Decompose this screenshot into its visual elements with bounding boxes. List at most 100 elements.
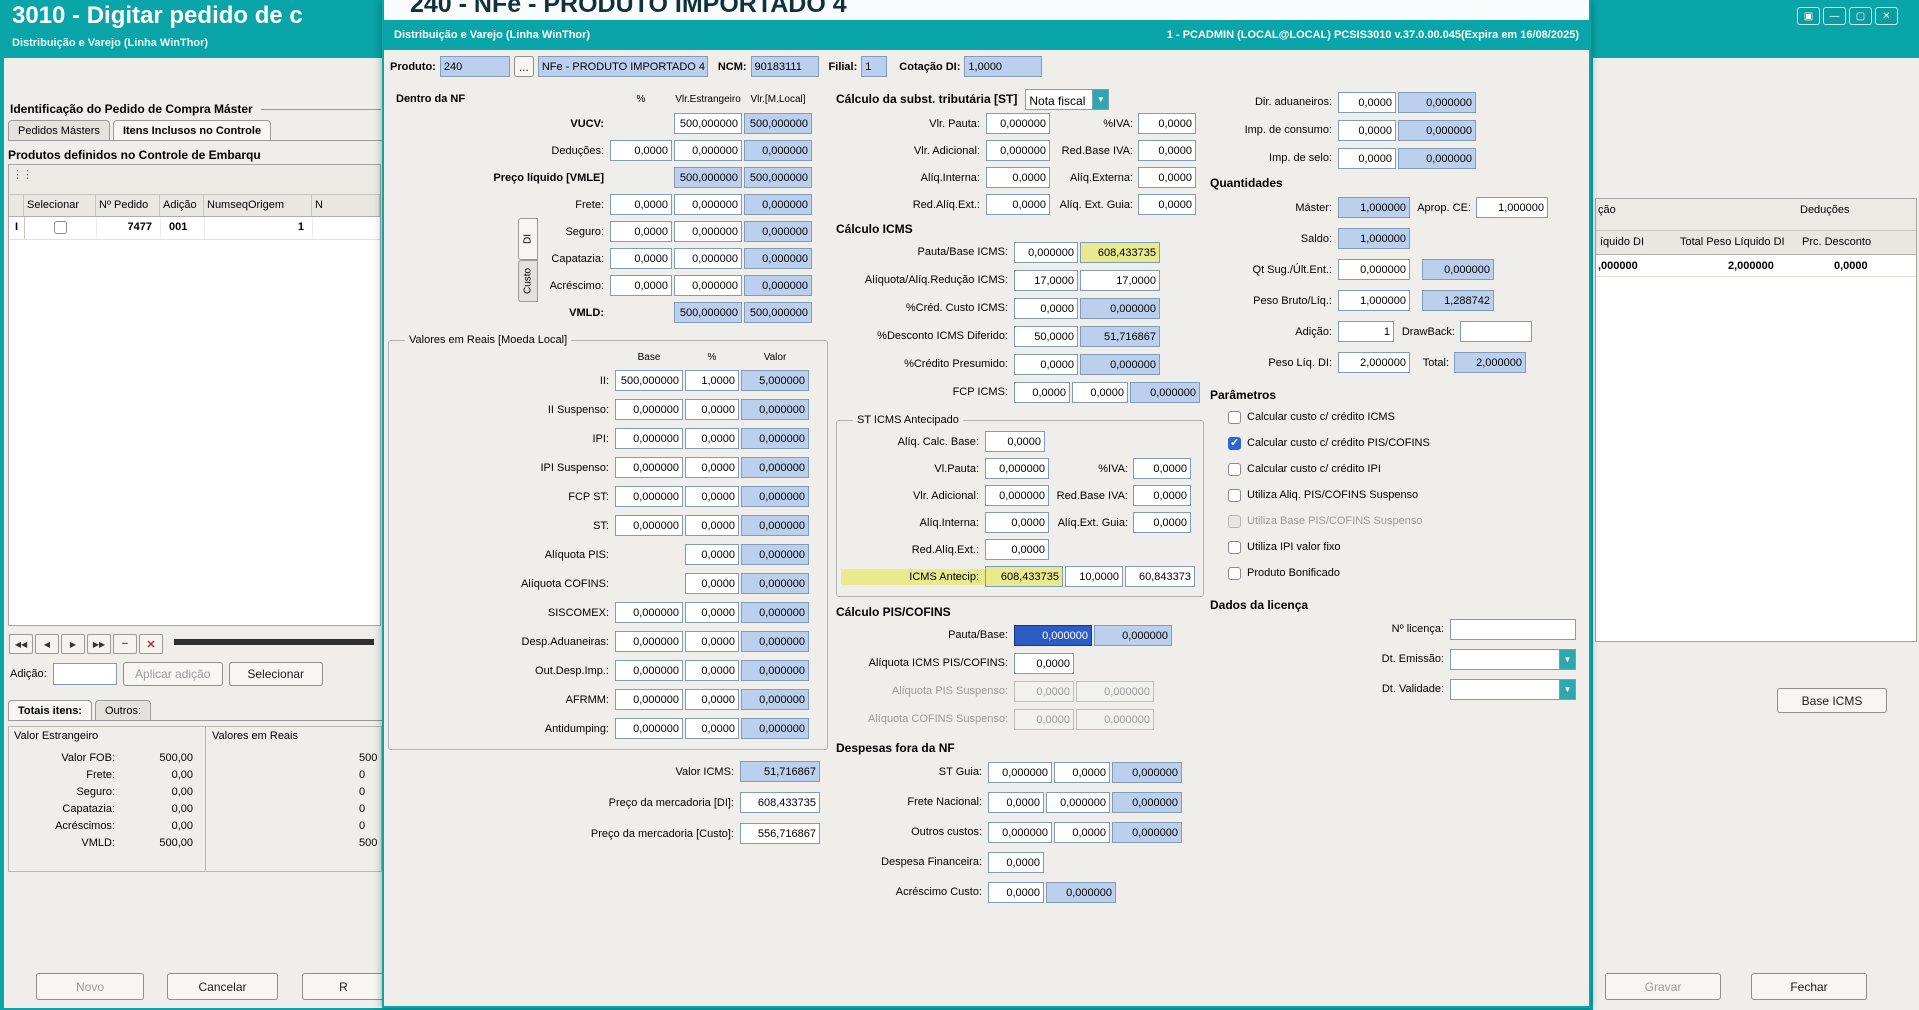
field[interactable]: 0,0000: [1138, 194, 1196, 215]
checkbox[interactable]: [1228, 410, 1241, 424]
field[interactable]: 0,0000: [985, 512, 1049, 533]
field[interactable]: 0,0000: [685, 573, 739, 594]
field[interactable]: 0,000000: [744, 140, 812, 161]
field[interactable]: 0,000000: [1046, 791, 1110, 813]
field[interactable]: 0,000000: [744, 221, 812, 242]
checkbox-row[interactable]: Calcular custo c/ crédito ICMS: [1210, 404, 1588, 430]
base-icms-button[interactable]: Base ICMS: [1777, 688, 1887, 713]
field[interactable]: 1,000000: [1338, 228, 1410, 249]
field[interactable]: 0,000000: [986, 140, 1050, 161]
checkbox-row[interactable]: Calcular custo c/ crédito PIS/COFINS: [1210, 430, 1588, 456]
field[interactable]: 0,0000: [988, 791, 1044, 813]
field[interactable]: 0,000000: [1014, 624, 1092, 646]
checkbox[interactable]: [1228, 488, 1241, 502]
field[interactable]: 0,0000: [685, 602, 739, 623]
field[interactable]: 500,000000: [744, 167, 812, 188]
field[interactable]: 0,000000: [674, 275, 742, 296]
field[interactable]: 0,000000: [1398, 91, 1476, 113]
field[interactable]: 0,000000: [615, 689, 683, 710]
field[interactable]: 0,000000: [741, 486, 809, 507]
navigator-button[interactable]: ▶▶: [87, 634, 111, 654]
field[interactable]: 51,716867: [1080, 325, 1160, 347]
field[interactable]: 500,000000: [744, 113, 812, 134]
field[interactable]: 500,000000: [744, 302, 812, 323]
gravar-button[interactable]: Gravar: [1605, 973, 1721, 1000]
field[interactable]: 500,000000: [674, 113, 742, 134]
produto-code-field[interactable]: 240: [439, 56, 510, 77]
close-button[interactable]: ✕: [1875, 7, 1898, 25]
checkbox-row[interactable]: Produto Bonificado: [1210, 560, 1588, 586]
field[interactable]: 10,0000: [1065, 566, 1123, 587]
adicao-input[interactable]: [52, 663, 117, 685]
table-row[interactable]: I 7477 001 1: [9, 217, 380, 240]
field[interactable]: 0,000000: [1398, 147, 1476, 169]
field[interactable]: 0,0000: [685, 660, 739, 681]
checkbox[interactable]: [1228, 540, 1241, 554]
field[interactable]: 0,000000: [1076, 680, 1154, 702]
checkbox-row[interactable]: Calcular custo c/ crédito IPI: [1210, 456, 1588, 482]
splitter-handle[interactable]: [174, 639, 374, 645]
field[interactable]: 0,000000: [615, 428, 683, 449]
checkbox[interactable]: [1228, 514, 1241, 528]
field[interactable]: 0,000000: [741, 660, 809, 681]
field[interactable]: 0,0000: [685, 399, 739, 420]
field[interactable]: 0,0000: [685, 486, 739, 507]
field[interactable]: 608,433735: [740, 792, 820, 813]
field[interactable]: 0,000000: [744, 194, 812, 215]
num-licenca-input[interactable]: [1450, 618, 1576, 640]
maximize-button[interactable]: ▢: [1849, 7, 1872, 25]
field[interactable]: 0,0000: [1014, 708, 1074, 730]
field[interactable]: 0,000000: [1014, 241, 1078, 263]
field[interactable]: 1,0000: [685, 370, 739, 391]
items-grid-fragment[interactable]: ção Deduções íquido DI Total Peso Líquid…: [1595, 198, 1917, 642]
tab[interactable]: Itens Inclusos no Controle: [112, 120, 272, 140]
field[interactable]: 0,000000: [741, 544, 809, 565]
grid-column-header[interactable]: N: [312, 195, 380, 216]
field[interactable]: 1,000000: [1338, 197, 1410, 218]
field[interactable]: 1: [1338, 321, 1394, 342]
row-checkbox[interactable]: [54, 221, 67, 234]
field[interactable]: 0,0000: [685, 689, 739, 710]
vertical-tab[interactable]: DI: [518, 218, 538, 260]
selecionar-cell[interactable]: [25, 217, 97, 239]
field[interactable]: 1,000000: [1476, 197, 1548, 218]
field[interactable]: 0,0000: [685, 428, 739, 449]
field[interactable]: 0,000000: [741, 573, 809, 594]
field[interactable]: 0,000000: [988, 821, 1052, 843]
selecionar-button[interactable]: Selecionar: [228, 662, 323, 686]
field[interactable]: 0,000000: [1076, 708, 1154, 730]
field[interactable]: 0,000000: [1130, 381, 1200, 403]
field[interactable]: 0,0000: [610, 140, 672, 161]
tab[interactable]: Totais itens:: [8, 700, 92, 720]
field[interactable]: 0,0000: [1054, 761, 1110, 783]
dialog-titlebar[interactable]: Distribuição e Varejo (Linha WinThor) 1 …: [384, 20, 1589, 50]
browse-button[interactable]: ...: [513, 56, 534, 77]
field[interactable]: 1,288742: [1422, 290, 1494, 311]
field[interactable]: 0,0000: [988, 851, 1044, 873]
field[interactable]: 60,843373: [1125, 566, 1195, 587]
field[interactable]: 0,000000: [744, 248, 812, 269]
navigator-button[interactable]: ✕: [139, 634, 163, 654]
grid-column-header[interactable]: íquido DI: [1600, 236, 1644, 248]
field[interactable]: 0,0000: [1138, 140, 1196, 161]
repetir-button[interactable]: R: [302, 973, 385, 1000]
field[interactable]: 0,000000: [1338, 259, 1410, 280]
field[interactable]: 0,000000: [1080, 353, 1160, 375]
field[interactable]: 0,000000: [1422, 259, 1494, 280]
aplicar-adicao-button[interactable]: Aplicar adição: [122, 662, 223, 686]
field[interactable]: 0,000000: [1046, 881, 1116, 903]
field[interactable]: 0,000000: [1398, 119, 1476, 141]
field[interactable]: 0,0000: [1133, 485, 1191, 506]
field[interactable]: 0,000000: [741, 399, 809, 420]
field[interactable]: 0,0000: [1014, 353, 1078, 375]
field[interactable]: 0,000000: [1080, 297, 1160, 319]
field[interactable]: 0,000000: [674, 221, 742, 242]
field[interactable]: 0,000000: [1112, 761, 1182, 783]
field[interactable]: 0,000000: [674, 140, 742, 161]
field[interactable]: 1,000000: [1338, 290, 1410, 311]
dt-validade-combo[interactable]: ▼: [1450, 678, 1576, 700]
field[interactable]: 0,0000: [985, 431, 1045, 452]
chevron-down-icon[interactable]: ▼: [1092, 89, 1109, 109]
field[interactable]: 500,000000: [615, 370, 683, 391]
chevron-down-icon[interactable]: ▼: [1559, 679, 1575, 699]
